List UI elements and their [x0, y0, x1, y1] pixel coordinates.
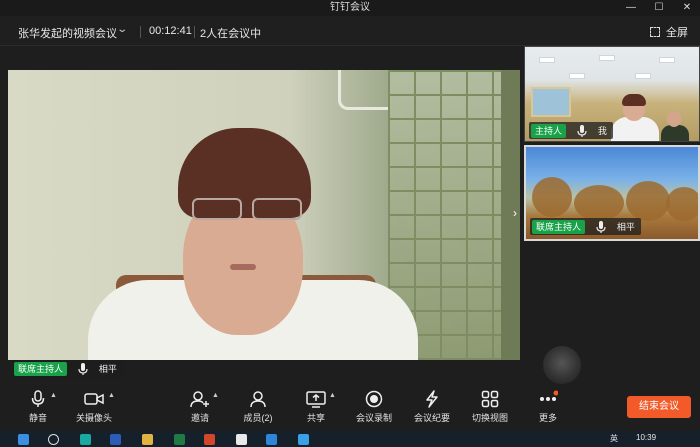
- more-label: 更多: [538, 413, 557, 423]
- app-icon[interactable]: [298, 434, 309, 445]
- video-pipe: [338, 70, 388, 110]
- more-button[interactable]: 更多: [518, 390, 578, 426]
- share-label: 共享: [306, 413, 325, 423]
- microphone-icon: [596, 221, 607, 233]
- meeting-info-bar: 张华发起的视频会议 ⌄ 00:12:41 2人在会议中 全屏: [0, 16, 700, 46]
- microphone-icon: [577, 125, 588, 137]
- close-button[interactable]: ✕: [676, 0, 698, 16]
- mute-label: 静音: [28, 413, 47, 423]
- role-badge: 联席主持人: [532, 220, 586, 234]
- share-button[interactable]: 共享: [286, 390, 346, 426]
- chevron-right-icon[interactable]: ›: [513, 206, 517, 220]
- camera-button[interactable]: 关摄像头: [64, 390, 124, 426]
- switch-view-label: 切换视图: [471, 413, 508, 423]
- fullscreen-icon: [650, 27, 660, 37]
- participant-glasses: [188, 198, 306, 220]
- edge-browser-icon[interactable]: [80, 434, 91, 445]
- invite-label: 邀请: [190, 413, 209, 423]
- participant-name: 我: [597, 126, 607, 136]
- share-options-caret-icon[interactable]: ▲: [329, 392, 336, 399]
- main-video-feed[interactable]: [8, 70, 520, 360]
- system-clock[interactable]: 10:39: [636, 433, 656, 442]
- minutes-button[interactable]: 会议纪要: [402, 390, 462, 426]
- members-icon: [250, 391, 266, 408]
- dingtalk-icon[interactable]: [266, 434, 277, 445]
- members-label: 成员(2): [243, 413, 273, 423]
- thumbnail-name-tag: 联席主持人 相平: [530, 218, 641, 235]
- powerpoint-icon[interactable]: [204, 434, 215, 445]
- invite-button[interactable]: 邀请: [170, 390, 230, 426]
- minimize-icon: —: [626, 2, 636, 13]
- camera-options-caret-icon[interactable]: ▲: [108, 392, 115, 399]
- record-label: 会议录制: [355, 413, 392, 423]
- windows-start-icon[interactable]: [18, 434, 29, 445]
- excel-icon[interactable]: [174, 434, 185, 445]
- thumbnail-video-participant[interactable]: 联席主持人 相平: [524, 145, 700, 241]
- participant-name: 相平: [616, 222, 635, 232]
- more-icon: [540, 390, 558, 401]
- thumbnail-video-self[interactable]: 主持人 我: [524, 46, 700, 142]
- grid-view-icon: [481, 390, 499, 408]
- search-icon[interactable]: [48, 434, 59, 445]
- fullscreen-button[interactable]: 全屏: [650, 24, 688, 40]
- word-icon[interactable]: [110, 434, 121, 445]
- microphone-icon: [78, 363, 89, 375]
- mute-options-caret-icon[interactable]: ▲: [50, 392, 57, 399]
- maximize-button[interactable]: ☐: [648, 0, 670, 16]
- os-taskbar: 英 10:39: [0, 431, 700, 447]
- file-explorer-icon[interactable]: [142, 434, 153, 445]
- members-button[interactable]: 成员(2): [228, 390, 288, 426]
- main-video-name-tag: 联席主持人 相平: [12, 360, 125, 378]
- participant-status: 2人在会议中: [200, 28, 262, 40]
- end-meeting-button[interactable]: 结束会议: [627, 396, 691, 418]
- chevron-down-icon[interactable]: ⌄: [116, 24, 128, 35]
- floating-assistant-bubble[interactable]: [543, 346, 581, 384]
- fullscreen-label: 全屏: [666, 27, 688, 39]
- meeting-title[interactable]: 张华发起的视频会议: [18, 25, 117, 41]
- meeting-toolbar: 静音 ▲ 关摄像头 ▲ 邀请 ▲ 成员(2) 共享 ▲ 会议录制 会议纪要 切换…: [0, 386, 700, 428]
- chrome-icon[interactable]: [236, 434, 247, 445]
- minimize-button[interactable]: —: [620, 0, 642, 16]
- window-title: 钉钉会议: [330, 2, 370, 13]
- record-button[interactable]: 会议录制: [344, 390, 404, 426]
- role-badge: 联席主持人: [14, 362, 68, 376]
- mute-button[interactable]: 静音: [8, 390, 68, 426]
- minutes-icon: [426, 390, 438, 408]
- participant-mouth: [230, 264, 256, 270]
- camera-label: 关摄像头: [75, 413, 112, 423]
- divider: [140, 26, 141, 38]
- participant-name: 相平: [98, 364, 117, 374]
- screen-share-icon: [306, 391, 326, 408]
- video-curtain: [501, 70, 520, 360]
- microphone-icon: [31, 390, 45, 407]
- add-person-icon: [190, 391, 209, 408]
- invite-options-caret-icon[interactable]: ▲: [212, 392, 219, 399]
- meeting-timer: 00:12:41: [149, 25, 192, 37]
- input-method-indicator[interactable]: 英: [610, 433, 618, 444]
- room-window: [531, 87, 571, 117]
- thumbnail-name-tag: 主持人 我: [529, 122, 613, 139]
- divider: [194, 26, 195, 38]
- switch-view-button[interactable]: 切换视图: [460, 390, 520, 426]
- close-icon: ✕: [682, 2, 692, 13]
- window-titlebar: 钉钉会议 — ☐ ✕: [0, 0, 700, 16]
- record-icon: [365, 390, 383, 408]
- role-badge: 主持人: [531, 124, 567, 138]
- minutes-label: 会议纪要: [413, 413, 450, 423]
- camera-icon: [84, 393, 104, 405]
- maximize-icon: ☐: [654, 2, 664, 13]
